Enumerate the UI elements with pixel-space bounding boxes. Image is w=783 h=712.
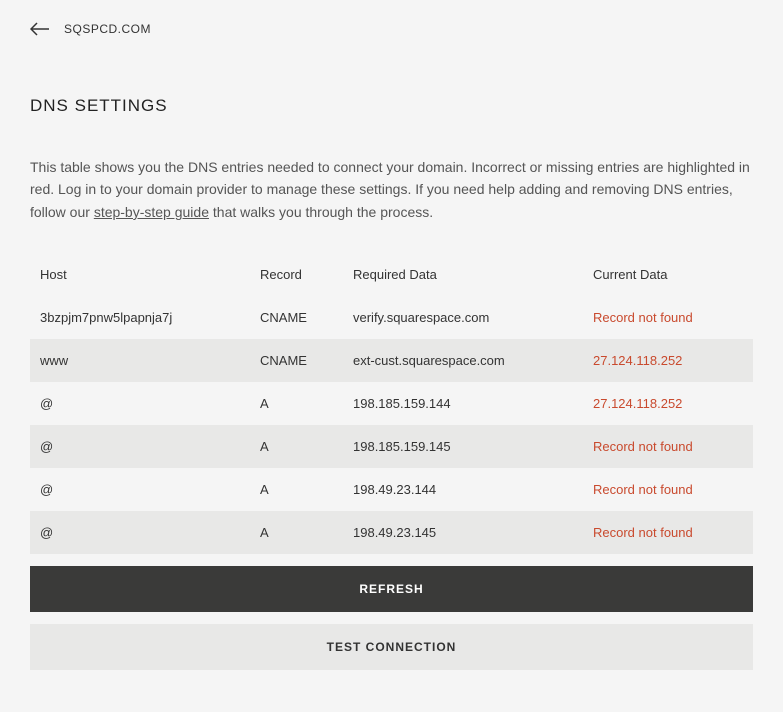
refresh-button[interactable]: REFRESH [30,566,753,612]
table-row: 3bzpjm7pnw5lpapnja7jCNAMEverify.squaresp… [30,296,753,339]
cell-record: CNAME [260,310,353,325]
header-current: Current Data [593,267,743,282]
cell-record: A [260,439,353,454]
table-header-row: Host Record Required Data Current Data [30,253,753,296]
breadcrumb-domain[interactable]: SQSPCD.COM [64,22,151,36]
table-row: @A198.49.23.144Record not found [30,468,753,511]
cell-host: @ [40,439,260,454]
header-required: Required Data [353,267,593,282]
cell-required: verify.squarespace.com [353,310,593,325]
table-row: wwwCNAMEext-cust.squarespace.com27.124.1… [30,339,753,382]
guide-link[interactable]: step-by-step guide [94,204,209,220]
cell-current: Record not found [593,439,743,454]
table-row: @A198.185.159.14427.124.118.252 [30,382,753,425]
cell-host: 3bzpjm7pnw5lpapnja7j [40,310,260,325]
content-area: DNS SETTINGS This table shows you the DN… [0,96,783,712]
table-row: @A198.49.23.145Record not found [30,511,753,554]
cell-record: A [260,482,353,497]
cell-required: 198.49.23.144 [353,482,593,497]
cell-record: A [260,525,353,540]
page-description: This table shows you the DNS entries nee… [30,156,753,223]
cell-current: Record not found [593,525,743,540]
cell-required: 198.185.159.144 [353,396,593,411]
cell-required: 198.49.23.145 [353,525,593,540]
dns-table: Host Record Required Data Current Data 3… [30,253,753,554]
cell-required: ext-cust.squarespace.com [353,353,593,368]
cell-current: Record not found [593,310,743,325]
header-bar: SQSPCD.COM [0,0,783,58]
back-arrow-icon[interactable] [30,22,50,36]
cell-current: 27.124.118.252 [593,353,743,368]
cell-current: Record not found [593,482,743,497]
table-body: 3bzpjm7pnw5lpapnja7jCNAMEverify.squaresp… [30,296,753,554]
test-connection-button[interactable]: TEST CONNECTION [30,624,753,670]
cell-required: 198.185.159.145 [353,439,593,454]
header-record: Record [260,267,353,282]
header-host: Host [40,267,260,282]
table-row: @A198.185.159.145Record not found [30,425,753,468]
cell-host: www [40,353,260,368]
cell-host: @ [40,482,260,497]
description-text-2: that walks you through the process. [209,204,433,220]
cell-host: @ [40,525,260,540]
page-title: DNS SETTINGS [30,96,753,116]
cell-record: CNAME [260,353,353,368]
cell-record: A [260,396,353,411]
cell-current: 27.124.118.252 [593,396,743,411]
cell-host: @ [40,396,260,411]
